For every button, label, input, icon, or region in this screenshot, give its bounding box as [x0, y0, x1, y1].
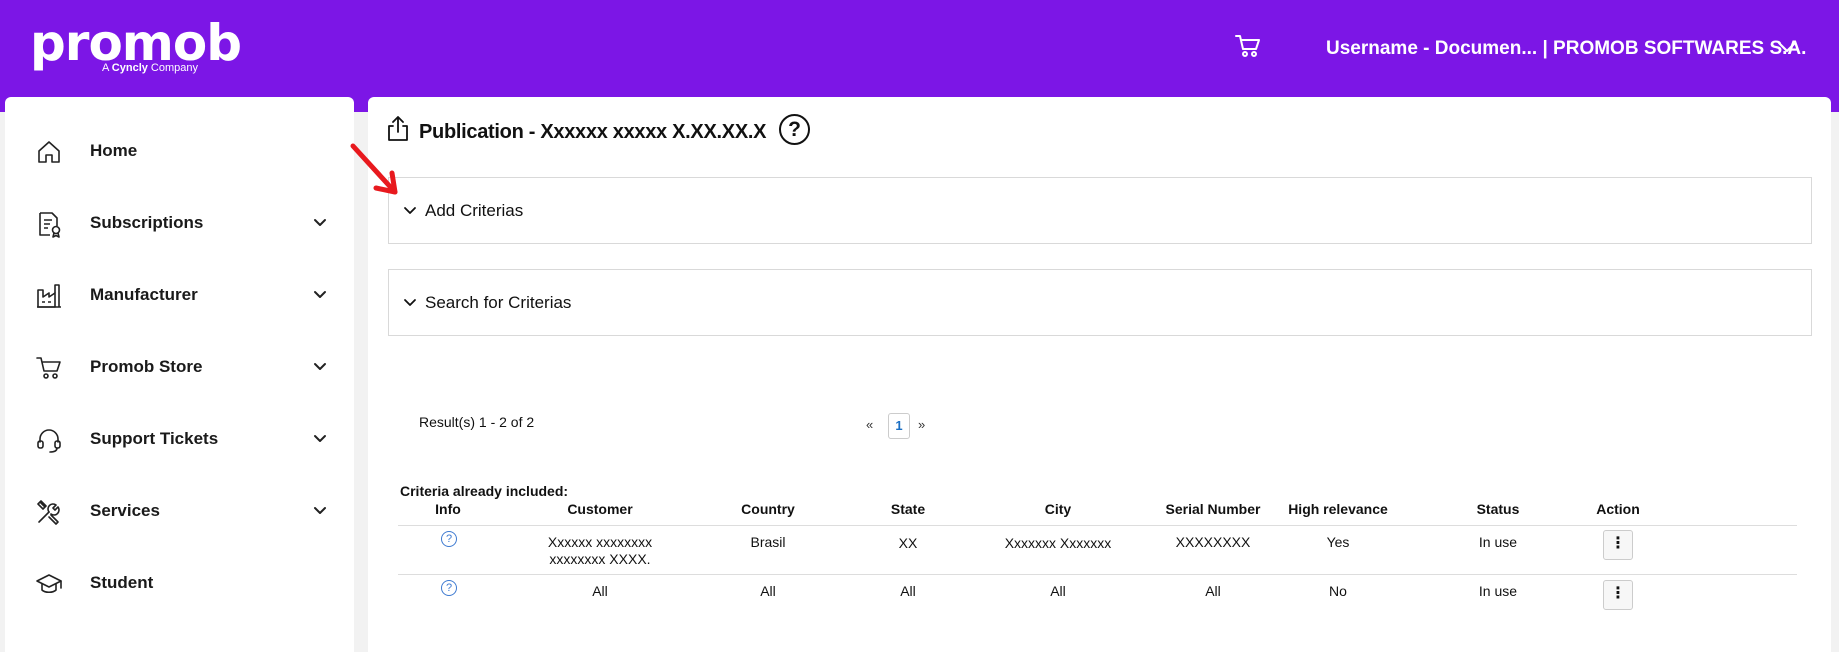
customer-cell: All: [592, 583, 608, 599]
high-relevance-cell: Yes: [1326, 534, 1350, 550]
home-icon: [38, 141, 60, 163]
sidebar-item-label: Subscriptions: [90, 213, 204, 232]
sidebar-item-support-tickets[interactable]: Support Tickets: [5, 412, 354, 468]
help-icon[interactable]: ?: [779, 114, 810, 145]
chevron-down-icon: [314, 507, 326, 514]
main-content: Publication - Xxxxxx xxxxx X.XX.XX.X ? A…: [368, 97, 1831, 652]
sidebar-item-label: Student: [90, 573, 154, 592]
row-action-button[interactable]: ⋮: [1603, 530, 1633, 560]
status-cell: In use: [1478, 534, 1518, 550]
pagination-prev[interactable]: «: [866, 417, 873, 432]
country-cell: Brasil: [750, 534, 786, 550]
table-header-customer: Customer: [567, 501, 633, 517]
table-header-action: Action: [1596, 501, 1640, 517]
serial-number-cell: XXXXXXXX: [1175, 534, 1251, 550]
accordion-label: Add Criterias: [425, 201, 524, 220]
table-header-state: State: [890, 501, 926, 517]
serial-number-cell: All: [1205, 583, 1221, 599]
logo-wordmark: promob: [30, 14, 242, 72]
table-header-info: Info: [435, 501, 461, 517]
factory-icon: [37, 284, 61, 308]
sidebar-item-manufacturer[interactable]: Manufacturer: [5, 268, 354, 324]
sidebar-item-services[interactable]: Services: [5, 484, 354, 540]
row-action-button[interactable]: ⋮: [1603, 580, 1633, 610]
promob-logo[interactable]: promob A Cyncly Company: [30, 14, 242, 74]
table-row: ? All All All All All No In use ⋮: [398, 574, 1797, 623]
info-icon[interactable]: ?: [441, 531, 457, 547]
country-cell: All: [760, 583, 776, 599]
sidebar-item-label: Manufacturer: [90, 285, 198, 304]
info-icon[interactable]: ?: [441, 580, 457, 596]
sidebar-item-student[interactable]: Student: [5, 556, 354, 612]
sidebar-item-home[interactable]: Home: [5, 124, 354, 180]
chevron-down-icon[interactable]: [1778, 40, 1796, 54]
sidebar-item-label: Services: [90, 501, 160, 520]
logo-tagline: A Cyncly Company: [102, 62, 199, 74]
share-icon: [388, 116, 408, 141]
graduation-cap-icon: [36, 574, 62, 594]
table-header-city: City: [1044, 501, 1072, 517]
cart-icon[interactable]: [1234, 32, 1262, 60]
chevron-down-icon: [404, 207, 416, 214]
table-row: ? Xxxxxx xxxxxxxx xxxxxxxx XXXX. Brasil …: [398, 525, 1797, 574]
page-title: Publication - Xxxxxx xxxxx X.XX.XX.X: [419, 121, 767, 143]
pagination-page-1[interactable]: 1: [888, 413, 910, 439]
sidebar-item-promob-store[interactable]: Promob Store: [5, 340, 354, 396]
accordion-label: Search for Criterias: [425, 293, 572, 312]
chevron-down-icon: [314, 435, 326, 442]
user-account-menu[interactable]: Username - Documen... | PROMOB SOFTWARES…: [1326, 38, 1806, 60]
table-header-status: Status: [1476, 501, 1520, 517]
table-header-serial-number: Serial Number: [1165, 501, 1261, 517]
status-cell: In use: [1478, 583, 1518, 599]
headset-icon: [37, 429, 61, 453]
high-relevance-cell: No: [1329, 583, 1347, 599]
annotation-arrow: [350, 143, 398, 195]
city-cell: All: [1050, 583, 1066, 599]
sidebar: Home Subscriptions Manufacturer Promob S…: [5, 97, 354, 652]
pagination-next[interactable]: »: [918, 417, 925, 432]
chevron-down-icon: [404, 299, 416, 306]
criteria-table-title: Criteria already included:: [400, 483, 569, 499]
search-criterias-accordion[interactable]: Search for Criterias: [388, 269, 1812, 336]
results-count: Result(s) 1 - 2 of 2: [419, 414, 535, 430]
chevron-down-icon: [314, 363, 326, 370]
state-cell: XX: [898, 535, 918, 551]
customer-cell: Xxxxxx xxxxxxxx xxxxxxxx XXXX.: [547, 534, 653, 567]
top-bar: promob A Cyncly Company Username - Docum…: [0, 0, 1839, 112]
table-header-high-relevance: High relevance: [1288, 501, 1388, 517]
table-header-country: Country: [741, 501, 795, 517]
chevron-down-icon: [314, 291, 326, 298]
state-cell: All: [900, 583, 916, 599]
certificate-icon: [39, 212, 61, 238]
tools-icon: [37, 500, 60, 525]
sidebar-item-subscriptions[interactable]: Subscriptions: [5, 196, 354, 252]
add-criterias-accordion[interactable]: Add Criterias: [388, 177, 1812, 244]
cart-icon: [36, 357, 61, 379]
sidebar-item-label: Home: [90, 141, 138, 160]
sidebar-item-label: Promob Store: [90, 357, 203, 376]
sidebar-item-label: Support Tickets: [90, 429, 219, 448]
chevron-down-icon: [314, 219, 326, 226]
city-cell: Xxxxxxx Xxxxxxx: [1004, 535, 1112, 551]
